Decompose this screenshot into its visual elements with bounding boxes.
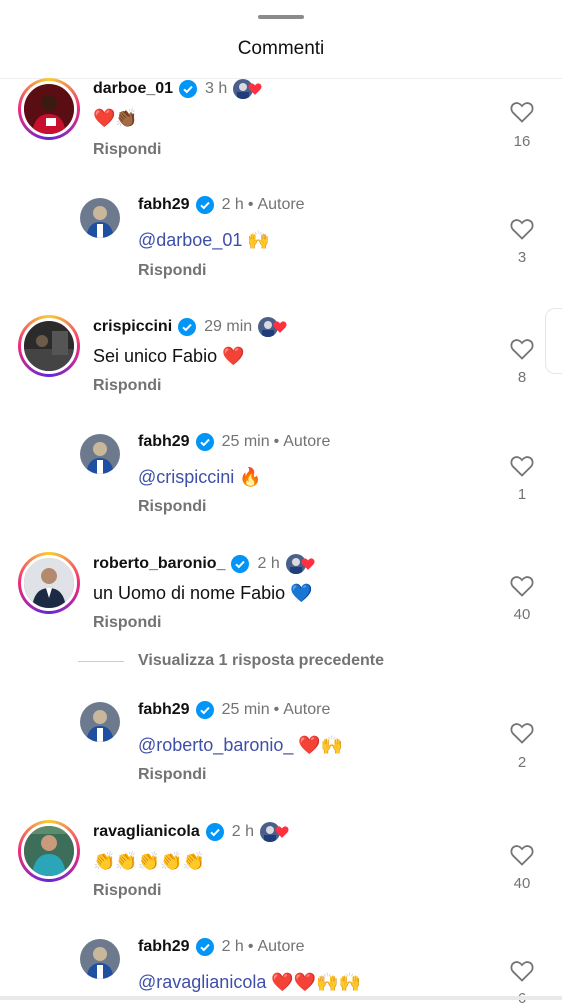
comments-sheet-header: Commenti — [0, 0, 562, 79]
author-label: Autore — [283, 701, 331, 718]
like-count: 1 — [517, 486, 527, 503]
reply-button[interactable]: Rispondi — [138, 766, 206, 784]
author-label: Autore — [257, 938, 305, 955]
avatar[interactable] — [18, 315, 80, 377]
separator-dot: • — [273, 701, 280, 718]
like-icon[interactable] — [509, 455, 535, 477]
username[interactable]: fabh29 — [138, 701, 190, 719]
username[interactable]: roberto_baronio_ — [93, 555, 225, 573]
view-previous-label: Visualizza 1 risposta precedente — [138, 652, 385, 669]
like-icon[interactable] — [509, 338, 535, 360]
comment-text: 🙌 — [242, 230, 270, 250]
comment-time: 25 min — [221, 701, 270, 718]
author-liked-icon — [233, 79, 263, 99]
verified-badge-icon — [195, 433, 214, 451]
reply-button[interactable]: Rispondi — [93, 882, 161, 900]
like-count: 40 — [513, 875, 531, 892]
comment-time: 25 min — [221, 433, 270, 450]
comment-time: 2 h — [257, 555, 280, 572]
avatar[interactable] — [80, 434, 120, 474]
reply-button[interactable]: Rispondi — [93, 614, 161, 632]
bottom-divider — [0, 996, 562, 1000]
username[interactable]: crispiccini — [93, 318, 172, 336]
like-count: 16 — [513, 133, 531, 150]
verified-badge-icon — [178, 318, 197, 336]
avatar[interactable] — [18, 78, 80, 140]
view-previous-replies-button[interactable]: Visualizza 1 risposta precedente — [78, 652, 384, 670]
reply-button[interactable]: Rispondi — [93, 377, 161, 395]
author-liked-icon — [258, 317, 288, 337]
comment-time: 2 h — [231, 823, 254, 840]
like-icon[interactable] — [509, 722, 535, 744]
like-count: 2 — [517, 754, 527, 771]
username[interactable]: ravaglianicola — [93, 823, 200, 841]
separator-dot: • — [273, 433, 280, 450]
like-count: 3 — [517, 249, 527, 266]
mention-link[interactable]: @darboe_01 — [138, 230, 242, 250]
avatar[interactable] — [18, 820, 80, 882]
comment-time: 29 min — [204, 318, 253, 335]
mention-link[interactable]: @roberto_baronio_ — [138, 735, 293, 755]
like-icon[interactable] — [509, 844, 535, 866]
separator-dot: • — [247, 196, 254, 213]
reply-button[interactable]: Rispondi — [93, 141, 161, 159]
like-icon[interactable] — [509, 575, 535, 597]
comment-text: un Uomo di nome Fabio 💙 — [93, 583, 313, 603]
verified-badge-icon — [195, 196, 214, 214]
reply-button[interactable]: Rispondi — [138, 498, 206, 516]
verified-badge-icon — [231, 555, 250, 573]
reply-button[interactable]: Rispondi — [138, 262, 206, 280]
avatar[interactable] — [80, 939, 120, 979]
like-count: 40 — [513, 606, 531, 623]
comment-text: ❤️👏🏾 — [93, 108, 138, 128]
comment-text: ❤️❤️🙌🙌 — [266, 972, 361, 992]
comment-time: 3 h — [205, 80, 228, 97]
username[interactable]: fabh29 — [138, 938, 190, 956]
avatar[interactable] — [80, 198, 120, 238]
mention-link[interactable]: @ravaglianicola — [138, 972, 266, 992]
comment-time: 2 h — [221, 938, 244, 955]
like-icon[interactable] — [509, 218, 535, 240]
comment-text: ❤️🙌 — [293, 735, 344, 755]
username[interactable]: fabh29 — [138, 433, 190, 451]
like-icon[interactable] — [509, 960, 535, 982]
author-liked-icon — [259, 822, 290, 842]
separator-dot: • — [247, 938, 254, 955]
mention-link[interactable]: @crispiccini — [138, 467, 234, 487]
side-edge-tab[interactable] — [545, 308, 562, 374]
author-label: Autore — [257, 196, 305, 213]
username[interactable]: fabh29 — [138, 196, 190, 214]
drag-handle[interactable] — [258, 15, 304, 19]
comment-time: 2 h — [221, 196, 244, 213]
avatar[interactable] — [18, 552, 80, 614]
author-liked-icon — [285, 554, 316, 574]
verified-badge-icon — [195, 938, 214, 956]
avatar[interactable] — [80, 702, 120, 742]
verified-badge-icon — [179, 80, 198, 98]
verified-badge-icon — [205, 823, 224, 841]
like-count: 8 — [517, 369, 527, 386]
username[interactable]: darboe_01 — [93, 80, 173, 98]
like-icon[interactable] — [509, 101, 535, 123]
verified-badge-icon — [195, 701, 214, 719]
author-label: Autore — [283, 433, 331, 450]
comment-text: 🔥 — [234, 467, 262, 487]
comment-text: 👏👏👏👏👏 — [93, 851, 206, 871]
comment-text: Sei unico Fabio ❤️ — [93, 346, 245, 366]
divider-line — [78, 660, 124, 662]
sheet-title: Commenti — [237, 38, 325, 59]
